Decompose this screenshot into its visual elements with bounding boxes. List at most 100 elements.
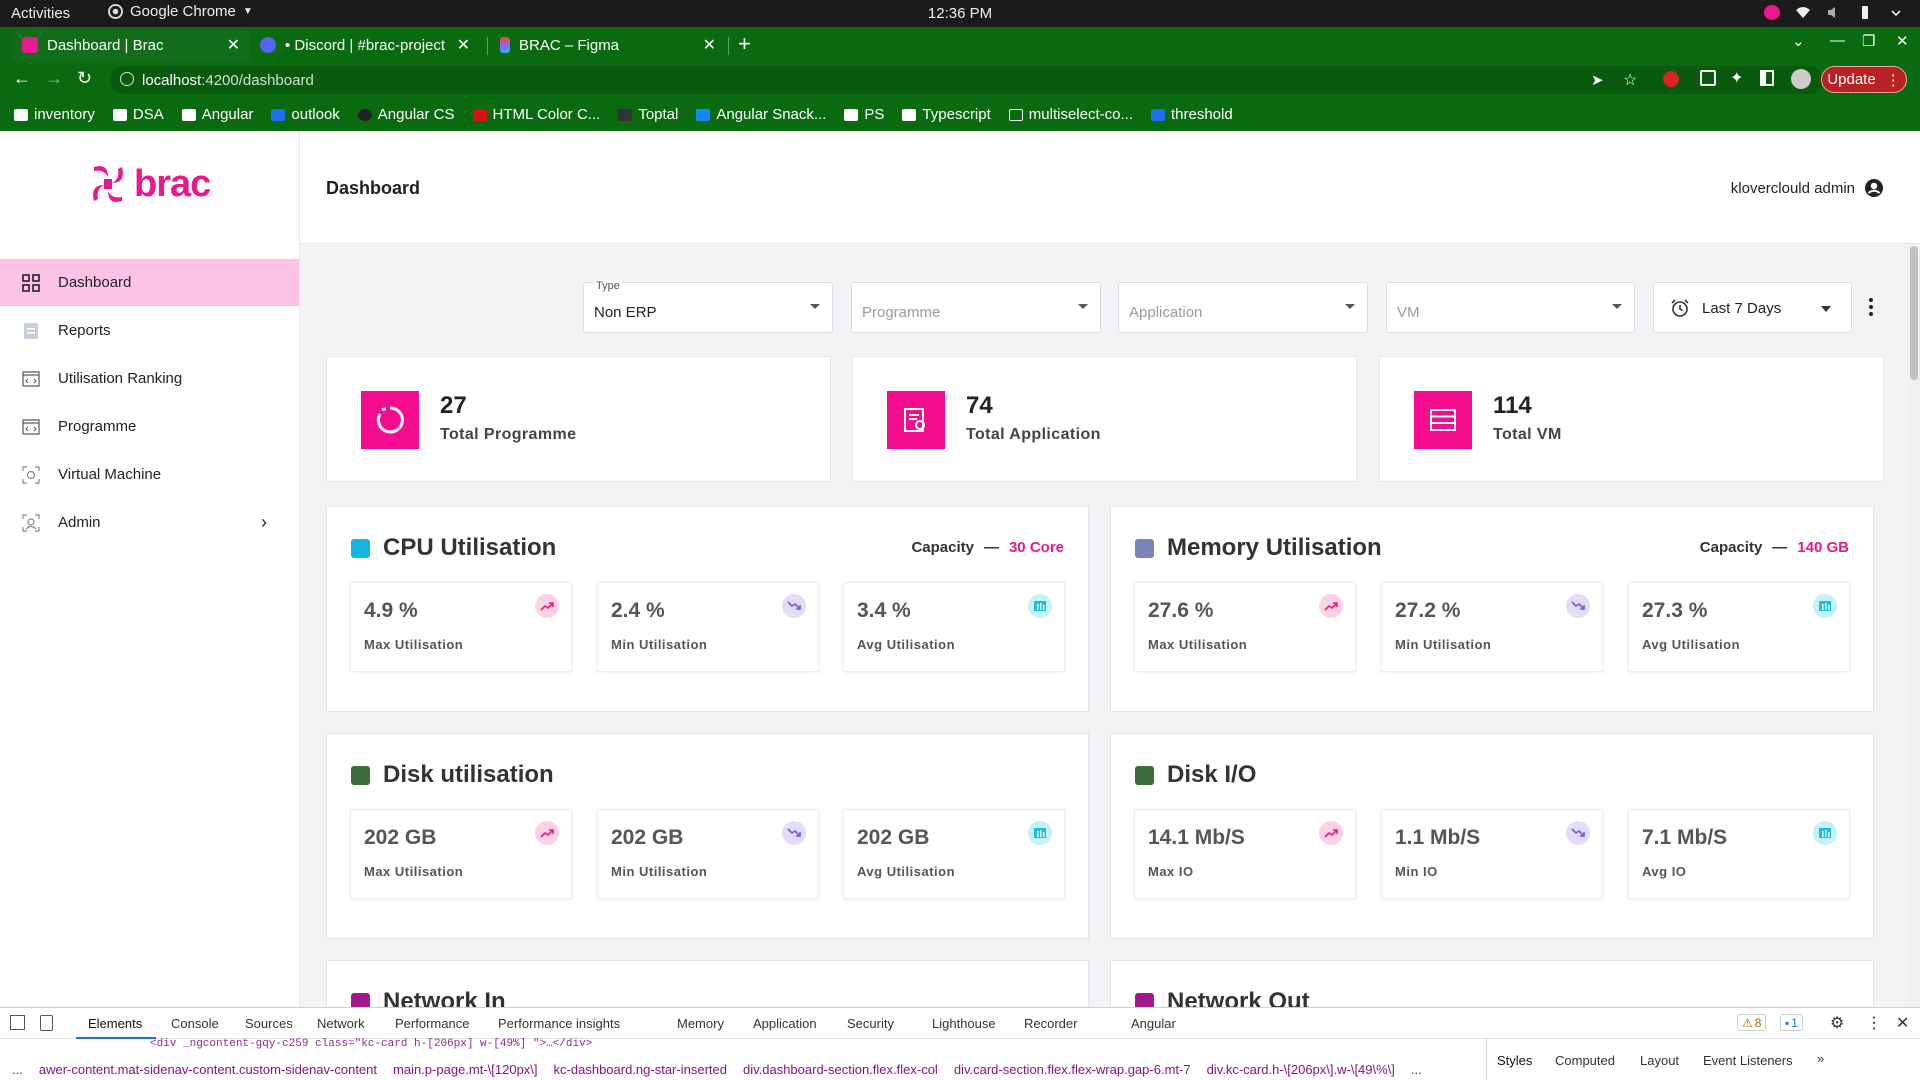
devtools-tab-performance-insights[interactable]: Performance insights	[498, 1016, 620, 1031]
stat-card-application[interactable]: 74 Total Application	[852, 356, 1357, 482]
user-menu[interactable]: kloverclould admin	[1731, 178, 1884, 198]
brac-logo[interactable]: brac	[86, 161, 211, 207]
warnings-badge[interactable]: ⚠ 8	[1737, 1014, 1767, 1031]
clock[interactable]: 12:36 PM	[0, 5, 1920, 22]
bookmark-label: Toptal	[638, 106, 679, 123]
scrollbar-thumb[interactable]	[1910, 246, 1918, 380]
sidebar-item-programme[interactable]: Programme	[0, 403, 299, 450]
more-options-icon[interactable]	[1868, 297, 1874, 317]
programme-select[interactable]: Programme	[851, 282, 1101, 333]
send-tab-icon[interactable]: ➤	[1591, 71, 1604, 89]
breadcrumb-item[interactable]: div.card-section.flex.flex-wrap.gap-6.mt…	[954, 1062, 1191, 1077]
devtools-tab-application[interactable]: Application	[753, 1016, 817, 1031]
application-select[interactable]: Application	[1118, 282, 1368, 333]
tab-discord[interactable]: • Discord | #brac-project | ✕	[250, 29, 480, 61]
stackblitz-icon	[696, 108, 711, 121]
bookmark-item[interactable]: Angular Snack...	[696, 106, 826, 123]
breadcrumb-item[interactable]: div.kc-card.h-\[206px\].w-\[49\%\]	[1207, 1062, 1395, 1077]
breadcrumb-item[interactable]: kc-dashboard.ng-star-inserted	[554, 1062, 727, 1077]
bookmark-label: threshold	[1170, 106, 1233, 123]
breadcrumb-item[interactable]: main.p-page.mt-\[120px\]	[393, 1062, 538, 1077]
code-window-icon	[22, 418, 40, 435]
address-bar[interactable]: localhost:4200/dashboard ➤ ☆	[110, 66, 1823, 94]
devtools-tab-sources[interactable]: Sources	[245, 1016, 293, 1031]
close-tab-icon[interactable]: ✕	[703, 35, 716, 55]
close-devtools-icon[interactable]: ✕	[1896, 1013, 1909, 1033]
date-range-select[interactable]: Last 7 Days	[1653, 282, 1852, 333]
tab-event-listeners[interactable]: Event Listeners	[1703, 1053, 1793, 1068]
devtools-tab-lighthouse[interactable]: Lighthouse	[932, 1016, 996, 1031]
more-vert-icon[interactable]: ⋮	[1866, 1013, 1882, 1033]
bookmark-item[interactable]: Toptal	[618, 106, 678, 123]
folder-icon	[902, 108, 917, 121]
sidebar-item-virtual-machine[interactable]: Virtual Machine	[0, 451, 299, 498]
bar-chart-icon	[1028, 594, 1052, 618]
tab-search-icon[interactable]: ⌄	[1792, 32, 1805, 50]
bookmark-item[interactable]: threshold	[1150, 106, 1233, 123]
tab-dashboard[interactable]: Dashboard | Brac ✕	[12, 29, 250, 61]
devtools-tab-console[interactable]: Console	[171, 1016, 219, 1031]
update-button[interactable]: Update ⋮	[1821, 66, 1907, 93]
sidebar-item-admin[interactable]: Admin ›	[0, 499, 299, 546]
close-window-icon[interactable]: ✕	[1896, 32, 1909, 50]
devtools-tab-angular[interactable]: Angular	[1131, 1016, 1176, 1031]
sidebar-item-utilisation-ranking[interactable]: Utilisation Ranking	[0, 355, 299, 402]
devtools-tab-security[interactable]: Security	[847, 1016, 894, 1031]
devtools-tab-performance[interactable]: Performance	[395, 1016, 469, 1031]
tab-layout[interactable]: Layout	[1640, 1053, 1679, 1068]
back-icon[interactable]: ←	[13, 68, 31, 89]
bookmark-item[interactable]: PS	[844, 106, 884, 123]
breadcrumb-item[interactable]: ...	[12, 1062, 23, 1077]
message-icon: ▪	[1785, 1015, 1790, 1030]
extension-icon[interactable]	[1700, 70, 1716, 86]
stat-card-vm[interactable]: 114 Total VM	[1379, 356, 1884, 482]
new-tab-icon[interactable]: +	[738, 31, 751, 57]
sidebar-item-reports[interactable]: Reports	[0, 307, 299, 354]
extension-adblock-icon[interactable]	[1663, 71, 1679, 87]
bookmark-label: Angular CS	[377, 106, 455, 123]
sidebar-item-dashboard[interactable]: Dashboard	[0, 259, 299, 306]
devtools-tab-network[interactable]: Network	[317, 1016, 365, 1031]
devtools-tab-elements[interactable]: Elements	[88, 1016, 142, 1031]
close-tab-icon[interactable]: ✕	[457, 35, 470, 55]
forward-icon[interactable]: →	[45, 68, 63, 89]
system-tray[interactable]	[1764, 5, 1904, 20]
dom-code-line[interactable]: <div _ngcontent-gqy-c259 class="kc-card …	[150, 1038, 592, 1050]
bookmark-item[interactable]: multiselect-co...	[1008, 106, 1133, 123]
profile-avatar[interactable]	[1791, 69, 1811, 89]
device-toolbar-icon[interactable]	[40, 1015, 53, 1031]
bookmark-item[interactable]: outlook	[271, 106, 340, 123]
bookmark-item[interactable]: HTML Color C...	[472, 106, 600, 123]
tab-computed[interactable]: Computed	[1555, 1053, 1615, 1068]
reload-icon[interactable]: ↻	[77, 68, 92, 89]
breadcrumb-item[interactable]: div.dashboard-section.flex.flex-col	[743, 1062, 938, 1077]
settings-gear-icon[interactable]: ⚙	[1830, 1013, 1844, 1033]
maximize-icon[interactable]: ❐	[1862, 32, 1875, 50]
bookmark-item[interactable]: Typescript	[902, 106, 991, 123]
bookmark-item[interactable]: Angular	[181, 106, 253, 123]
site-info-icon[interactable]	[120, 72, 134, 86]
side-panel-icon[interactable]	[1760, 70, 1774, 86]
bookmark-star-icon[interactable]: ☆	[1623, 70, 1637, 90]
vm-select[interactable]: VM	[1386, 282, 1635, 333]
extensions-puzzle-icon[interactable]: ✦	[1730, 68, 1743, 88]
breadcrumb-item[interactable]: awer-content.mat-sidenav-content.custom-…	[39, 1062, 377, 1077]
stat-card-programme[interactable]: 27 Total Programme	[326, 356, 831, 482]
breadcrumb-item[interactable]: ...	[1411, 1062, 1422, 1077]
bookmark-item[interactable]: DSA	[112, 106, 164, 123]
inspect-element-icon[interactable]	[10, 1015, 25, 1030]
figma-favicon-icon	[500, 37, 510, 53]
messages-badge[interactable]: ▪ 1	[1780, 1014, 1803, 1031]
bookmark-item[interactable]: inventory	[14, 106, 95, 123]
stat-label: Total VM	[1493, 426, 1562, 443]
cpu-utilisation-card: CPU Utilisation Capacity — 30 Core 4.9 %…	[326, 506, 1089, 712]
bookmark-item[interactable]: Angular CS	[357, 106, 455, 123]
more-tabs-icon[interactable]: »	[1817, 1051, 1824, 1066]
type-select[interactable]: Type Non ERP	[583, 280, 833, 333]
devtools-tab-recorder[interactable]: Recorder	[1024, 1016, 1077, 1031]
devtools-tab-memory[interactable]: Memory	[677, 1016, 724, 1031]
minimize-icon[interactable]: —	[1830, 32, 1845, 49]
close-tab-icon[interactable]: ✕	[227, 35, 240, 55]
tab-figma[interactable]: BRAC – Figma ✕	[490, 29, 726, 61]
tab-styles[interactable]: Styles	[1497, 1053, 1532, 1068]
